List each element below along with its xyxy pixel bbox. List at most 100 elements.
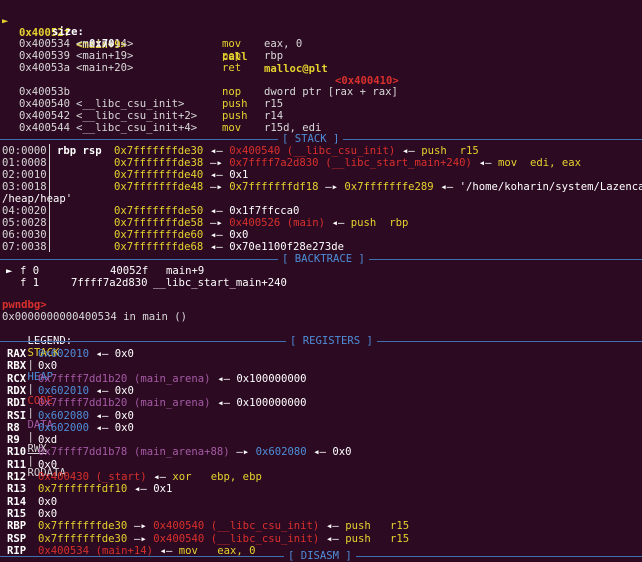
stack-address: 0x7fffffffde30 <box>114 145 204 157</box>
stack-address: 0x7fffffffde40 <box>114 169 204 181</box>
stack-offset-divider <box>49 144 50 252</box>
disasm-symbol: <__libc_csu_init> <box>76 98 185 110</box>
current-target: malloc@plt <box>264 63 328 75</box>
stack-value: 0x400540 <box>229 145 281 157</box>
location-line: 0x0000000000400534 in main () <box>2 311 187 323</box>
stack-operands: edi, eax <box>530 157 582 169</box>
register-arrow: ◂— <box>313 446 326 459</box>
stack-separator-label: [ STACK ] <box>278 133 344 145</box>
register-deref-value: 0x0 <box>114 409 134 422</box>
disasm-mnemonic: mov <box>222 38 242 50</box>
disasm-mnemonic: push <box>222 110 248 122</box>
stack-value: 0x400526 <box>229 217 281 229</box>
register-name: RBP <box>7 520 27 533</box>
register-deref-value: 0x400540 <box>153 532 205 545</box>
register-name: R13 <box>7 483 27 496</box>
register-arrow: ◂— <box>217 372 230 385</box>
stack-symbol: (__libc_start_main+240) <box>325 157 472 169</box>
register-value: 0x400430 <box>38 471 90 483</box>
register-symbol: (_start) <box>95 471 147 483</box>
stack-arrow: ◂— <box>210 205 223 217</box>
register-arrow: ◂— <box>326 520 339 533</box>
stack-offset: 00:0000 <box>2 145 47 157</box>
register-value: 0x7fffffffde30 <box>38 520 128 533</box>
disasm-mnemonic: ret <box>222 62 242 74</box>
register-value: 0xd <box>38 434 58 447</box>
register-arrow: —▸ <box>134 520 147 533</box>
stack-address: 0x7fffffffde60 <box>114 229 204 241</box>
backtrace-symbol: main+9 <box>166 265 205 277</box>
register-instruction: push <box>345 520 371 533</box>
stack-offset: 01:0008 <box>2 157 47 169</box>
stack-offset: 05:0028 <box>2 217 47 229</box>
stack-value: 0x7fffffffdf18 <box>229 181 319 193</box>
register-name: RCX <box>7 372 27 385</box>
legend-separator: | <box>27 407 34 419</box>
register-symbol: (main_arena) <box>134 397 211 410</box>
disasm-separator: [ DISASM ] <box>0 550 642 562</box>
register-operands: r15 <box>390 520 410 533</box>
register-arrow: ◂— <box>95 409 109 422</box>
register-operands: r15 <box>390 532 410 545</box>
register-deref-value: 0x100000000 <box>236 372 307 385</box>
backtrace-frame-id: f 0 <box>20 265 40 277</box>
stack-symbol: (main) <box>286 217 326 229</box>
stack-address: 0x7fffffffde58 <box>114 217 204 229</box>
stack-arrow: —▸ <box>210 181 223 193</box>
stack-string-continued: /heap/heap' <box>2 193 73 205</box>
register-deref-symbol: (__libc_csu_init) <box>210 520 320 533</box>
disasm-address: 0x40053a <box>19 62 71 74</box>
register-value: 0x7ffff7dd1b20 <box>38 397 128 410</box>
stack-arrow: —▸ <box>210 217 223 229</box>
stack-offset: 07:0038 <box>2 241 47 253</box>
register-instruction: push <box>345 532 371 545</box>
backtrace-frame-id: f 1 <box>20 277 40 289</box>
register-deref-value: 0x602080 <box>255 446 307 459</box>
register-value: 0x0 <box>38 495 58 508</box>
pwndbg-prompt[interactable]: pwndbg> <box>2 299 47 311</box>
registers-separator: [ REGISTERS ] <box>0 335 642 347</box>
disasm-symbol: <main+14> <box>76 38 134 50</box>
stack-arrow: ◂— <box>210 169 223 181</box>
register-arrow: —▸ <box>236 446 250 459</box>
stack-separator: [ STACK ] <box>0 133 642 145</box>
register-value: 0x602080 <box>38 409 90 422</box>
disasm-symbol: <main+19> <box>76 50 134 62</box>
stack-arrow: ◂— <box>210 241 223 253</box>
disasm-symbol: <__libc_csu_init+2> <box>76 110 198 122</box>
register-name: RSP <box>7 532 27 545</box>
register-deref-symbol: (__libc_csu_init) <box>210 532 320 545</box>
size-argument: size: 0x70 <box>0 14 115 50</box>
register-deref-value: 0x0 <box>114 348 134 360</box>
stack-value: 0x70e1100f28e273de <box>229 241 344 253</box>
disasm-address: 0x400540 <box>19 98 71 110</box>
legend-separator: | <box>27 383 34 395</box>
backtrace-address: 40052f <box>110 265 149 277</box>
register-arrow: —▸ <box>134 532 147 545</box>
register-value: 0x602000 <box>38 421 90 434</box>
legend-separator: | <box>27 431 34 443</box>
disasm-operands: dword ptr [rax + rax] <box>264 86 398 98</box>
stack-arrow: ◂— <box>331 217 345 229</box>
register-name: R14 <box>7 495 27 508</box>
register-name: R15 <box>7 507 27 520</box>
register-value: 0x7ffff7dd1b20 <box>38 372 128 385</box>
stack-offset: 04:0020 <box>2 205 47 217</box>
register-deref-value: 0x0 <box>332 446 352 459</box>
register-value: 0x0 <box>38 507 58 520</box>
register-arrow: ◂— <box>153 471 166 483</box>
registers-separator-label: [ REGISTERS ] <box>286 335 377 347</box>
stack-instruction: push <box>421 145 447 157</box>
stack-arrow: ◂— <box>402 145 415 157</box>
stack-address: 0x7fffffffde50 <box>114 205 204 217</box>
register-instruction: xor <box>172 471 192 483</box>
disasm-operands: r15 <box>264 98 284 110</box>
disasm-address: 0x40053b <box>19 86 71 98</box>
stack-address: 0x7fffffffde68 <box>114 241 204 253</box>
register-name: R12 <box>7 471 27 483</box>
stack-string: '/home/koharin/system/Lazenca <box>459 181 642 193</box>
disasm-symbol: <main+20> <box>76 62 134 74</box>
stack-instruction: mov <box>498 157 518 169</box>
register-value: 0x0 <box>38 458 58 471</box>
disasm-address: 0x400542 <box>19 110 71 122</box>
